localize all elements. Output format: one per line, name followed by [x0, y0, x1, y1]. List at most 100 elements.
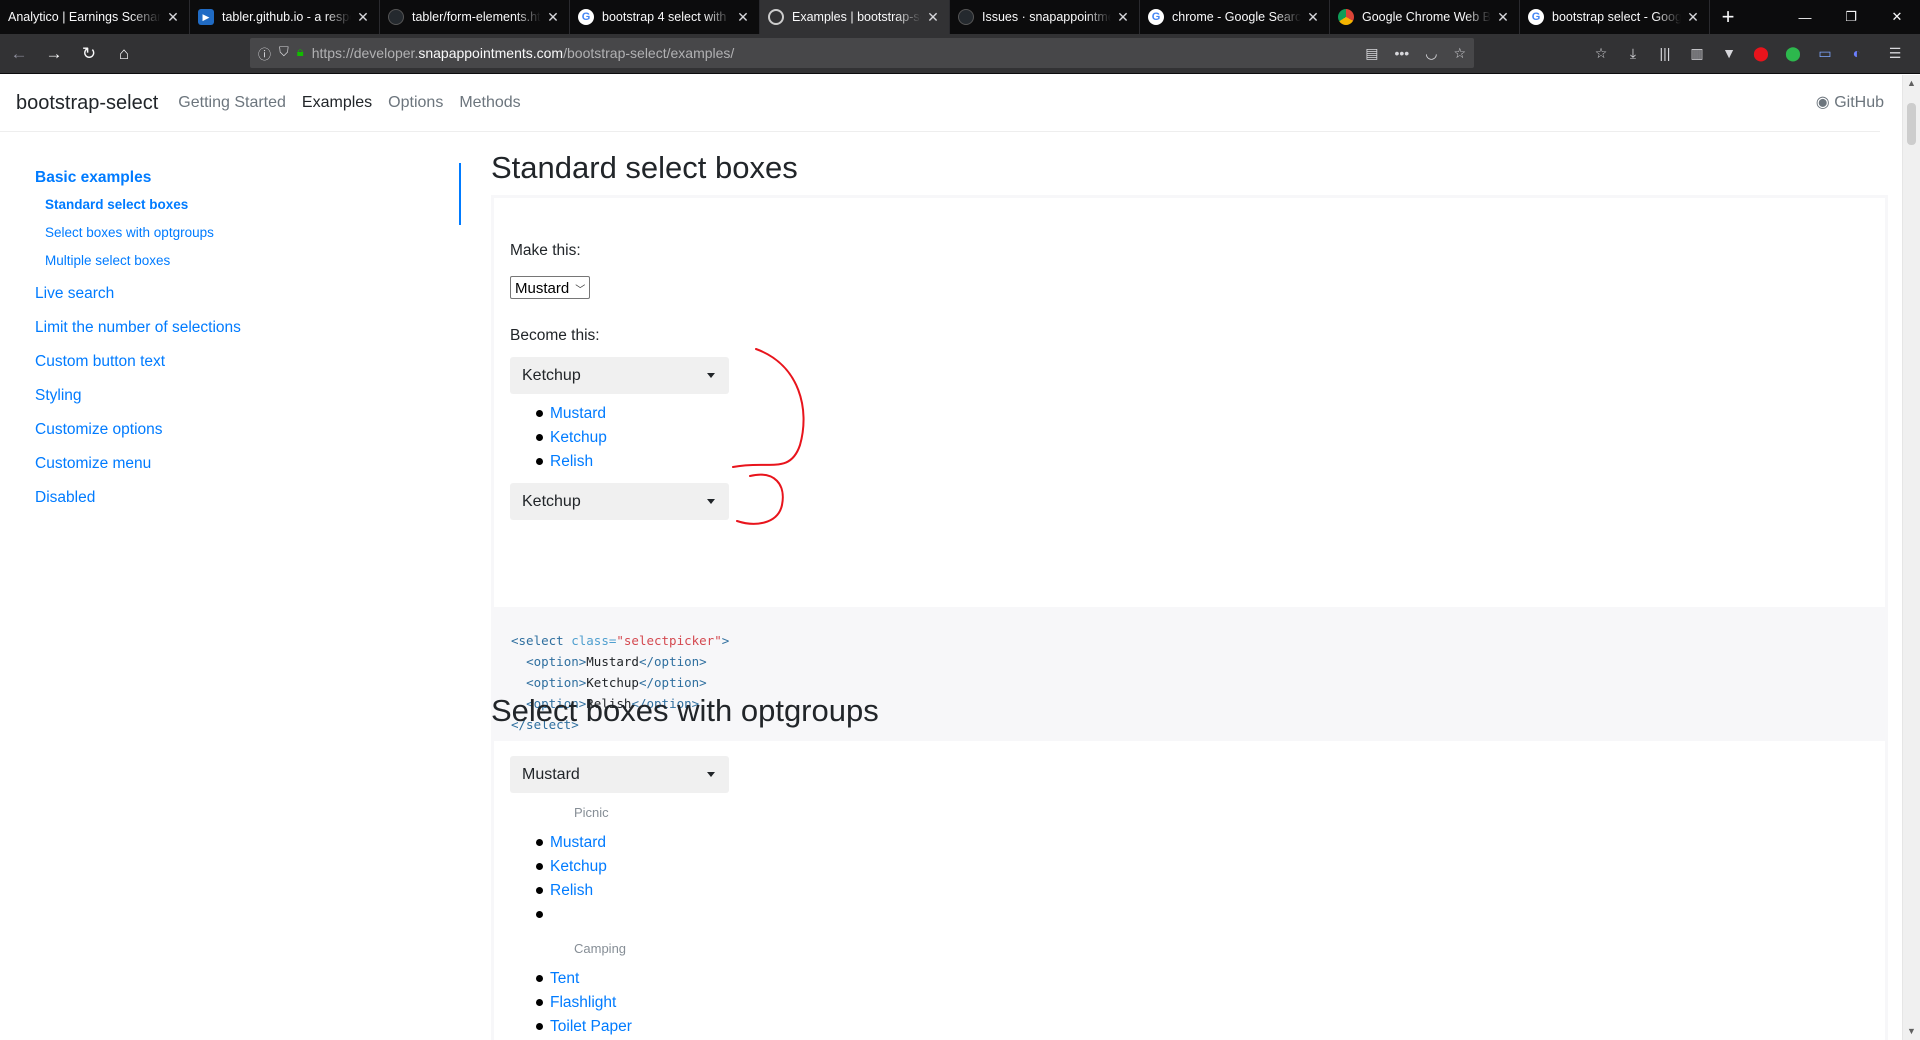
browser-tab[interactable]: Analytico | Earnings Scenario ✕: [0, 0, 190, 34]
option-ketchup[interactable]: Ketchup: [510, 428, 607, 452]
google-favicon-icon: G: [578, 9, 594, 25]
sidebar-item-customize-options[interactable]: Customize options: [35, 419, 241, 453]
browser-tab[interactable]: G bootstrap select - Google Search ✕: [1520, 0, 1710, 34]
library-icon[interactable]: |||: [1654, 38, 1676, 68]
sidebar-icon[interactable]: ▥: [1686, 38, 1708, 68]
nav-methods[interactable]: Methods: [459, 94, 520, 112]
downloads-icon[interactable]: ⤓: [1622, 38, 1644, 68]
extension-blue-icon[interactable]: ◐: [1846, 38, 1868, 68]
close-tab-icon[interactable]: ✕: [355, 9, 371, 26]
site-brand[interactable]: bootstrap-select: [16, 92, 158, 115]
bookmarks-toolbar-icon[interactable]: ☆: [1590, 38, 1612, 68]
optgroup-demo-box: Mustard Picnic Mustard Ketchup Relish Ca…: [491, 738, 1888, 1040]
sidebar-item-limit-selections[interactable]: Limit the number of selections: [35, 317, 241, 351]
github-favicon-icon: [958, 9, 974, 25]
option-relish[interactable]: Relish: [510, 452, 607, 476]
new-tab-plus-icon[interactable]: +: [1710, 0, 1746, 34]
option-ketchup[interactable]: Ketchup: [510, 857, 632, 881]
scroll-down-arrow-icon[interactable]: ▼: [1903, 1023, 1920, 1040]
option-divider: [510, 905, 632, 929]
page-scrollbar[interactable]: ▲ ▼: [1902, 75, 1920, 1040]
pocket-icon[interactable]: ◡: [1425, 45, 1437, 62]
extension-green-icon[interactable]: ⬤: [1782, 38, 1804, 68]
nav-examples[interactable]: Examples: [302, 94, 372, 112]
option-mustard[interactable]: Mustard: [510, 833, 632, 857]
extension-dots-icon[interactable]: ▭: [1814, 38, 1836, 68]
close-tab-icon[interactable]: ✕: [545, 9, 561, 26]
restore-window-icon[interactable]: ❐: [1828, 0, 1874, 34]
code-tag: >: [721, 633, 730, 648]
github-label: GitHub: [1834, 94, 1884, 111]
tab-title: tabler.github.io - a responsive: [222, 10, 351, 24]
tab-title: Google Chrome Web Browser: [1362, 10, 1491, 24]
close-tab-icon[interactable]: ✕: [1115, 9, 1131, 26]
sidebar-item-multiple-select[interactable]: Multiple select boxes: [45, 252, 241, 280]
tracking-shield-icon[interactable]: ⛉: [279, 44, 289, 63]
native-select[interactable]: Mustard ﹀: [510, 276, 591, 299]
site-navbar: bootstrap-select Getting Started Example…: [0, 75, 1902, 131]
close-tab-icon[interactable]: ✕: [735, 9, 751, 26]
tab-title: Analytico | Earnings Scenario: [8, 10, 161, 24]
browser-tab[interactable]: Issues · snapappointments ✕: [950, 0, 1140, 34]
optgroup-options-list: Picnic Mustard Ketchup Relish Camping Te…: [510, 803, 632, 1040]
forward-arrow-icon[interactable]: →: [38, 38, 70, 70]
browser-tab[interactable]: G bootstrap 4 select with search ✕: [570, 0, 760, 34]
option-relish[interactable]: Relish: [510, 881, 632, 905]
optgroup-selectpicker-button[interactable]: Mustard: [510, 756, 729, 793]
browser-tab[interactable]: G chrome - Google Search ✕: [1140, 0, 1330, 34]
nav-options[interactable]: Options: [388, 94, 443, 112]
caret-down-icon: [707, 499, 715, 504]
bookmark-star-icon[interactable]: ☆: [1453, 45, 1466, 62]
sidebar-active-indicator: [459, 163, 461, 225]
selectpicker-button-second[interactable]: Ketchup: [510, 483, 729, 520]
close-tab-icon[interactable]: ✕: [1685, 9, 1701, 26]
address-bar[interactable]: ⓘ ⛉ 🔒︎ https://developer. snapappointment…: [250, 38, 1474, 68]
code-example: <select class="selectpicker"> <option>Mu…: [491, 610, 1888, 750]
close-tab-icon[interactable]: ✕: [925, 9, 941, 26]
browser-tab[interactable]: ▶ tabler.github.io - a responsive ✕: [190, 0, 380, 34]
scroll-up-arrow-icon[interactable]: ▲: [1903, 75, 1920, 92]
close-tab-icon[interactable]: ✕: [1495, 9, 1511, 26]
option-tent[interactable]: Tent: [510, 969, 632, 993]
info-icon[interactable]: ⓘ: [258, 44, 271, 63]
sidebar-heading-basic-examples[interactable]: Basic examples: [35, 169, 241, 187]
reader-view-icon[interactable]: ▤: [1365, 45, 1378, 62]
github-icon: ◉: [1815, 94, 1830, 111]
reload-icon[interactable]: ↻: [73, 38, 105, 70]
close-tab-icon[interactable]: ✕: [165, 9, 181, 26]
sidebar-item-styling[interactable]: Styling: [35, 385, 241, 419]
sidebar-item-custom-button-text[interactable]: Custom button text: [35, 351, 241, 385]
option-mustard[interactable]: Mustard: [510, 404, 607, 428]
page-actions-icon[interactable]: •••: [1395, 45, 1410, 62]
selectpicker-value: Ketchup: [522, 492, 581, 510]
nav-getting-started[interactable]: Getting Started: [178, 94, 286, 112]
home-icon[interactable]: ⌂: [108, 38, 140, 70]
url-host: snapappointments.com: [418, 45, 564, 61]
close-window-icon[interactable]: ✕: [1874, 0, 1920, 34]
section-title-optgroups: Select boxes with optgroups: [491, 693, 879, 728]
ublock-icon[interactable]: ⬤: [1750, 38, 1772, 68]
browser-tab-active[interactable]: Examples | bootstrap-select ✕: [760, 0, 950, 34]
menu-hamburger-icon[interactable]: ☰: [1884, 38, 1906, 68]
minimize-window-icon[interactable]: —: [1782, 0, 1828, 34]
code-text: Ketchup: [586, 675, 639, 690]
option-toilet-paper[interactable]: Toilet Paper: [510, 1017, 632, 1040]
scrollbar-thumb[interactable]: [1907, 103, 1916, 145]
browser-tab[interactable]: tabler/form-elements.html ✕: [380, 0, 570, 34]
sidebar-item-disabled[interactable]: Disabled: [35, 487, 241, 521]
code-tag: <option>: [526, 675, 587, 690]
sidebar-item-optgroups[interactable]: Select boxes with optgroups: [45, 224, 241, 252]
sidebar-item-live-search[interactable]: Live search: [35, 283, 241, 317]
browser-tab[interactable]: Google Chrome Web Browser ✕: [1330, 0, 1520, 34]
option-flashlight[interactable]: Flashlight: [510, 993, 632, 1017]
github-link[interactable]: ◉ GitHub: [1816, 92, 1884, 112]
padlock-icon[interactable]: 🔒︎: [297, 44, 304, 63]
google-favicon-icon: G: [1148, 9, 1164, 25]
web-page: bootstrap-select Getting Started Example…: [0, 75, 1902, 1040]
sidebar-item-customize-menu[interactable]: Customize menu: [35, 453, 241, 487]
sidebar-item-standard-select-boxes[interactable]: Standard select boxes: [45, 196, 241, 224]
close-tab-icon[interactable]: ✕: [1305, 9, 1321, 26]
vue-devtools-icon[interactable]: ▼: [1718, 38, 1740, 68]
selectpicker-button[interactable]: Ketchup: [510, 357, 729, 394]
back-arrow-icon[interactable]: ←: [3, 38, 35, 70]
